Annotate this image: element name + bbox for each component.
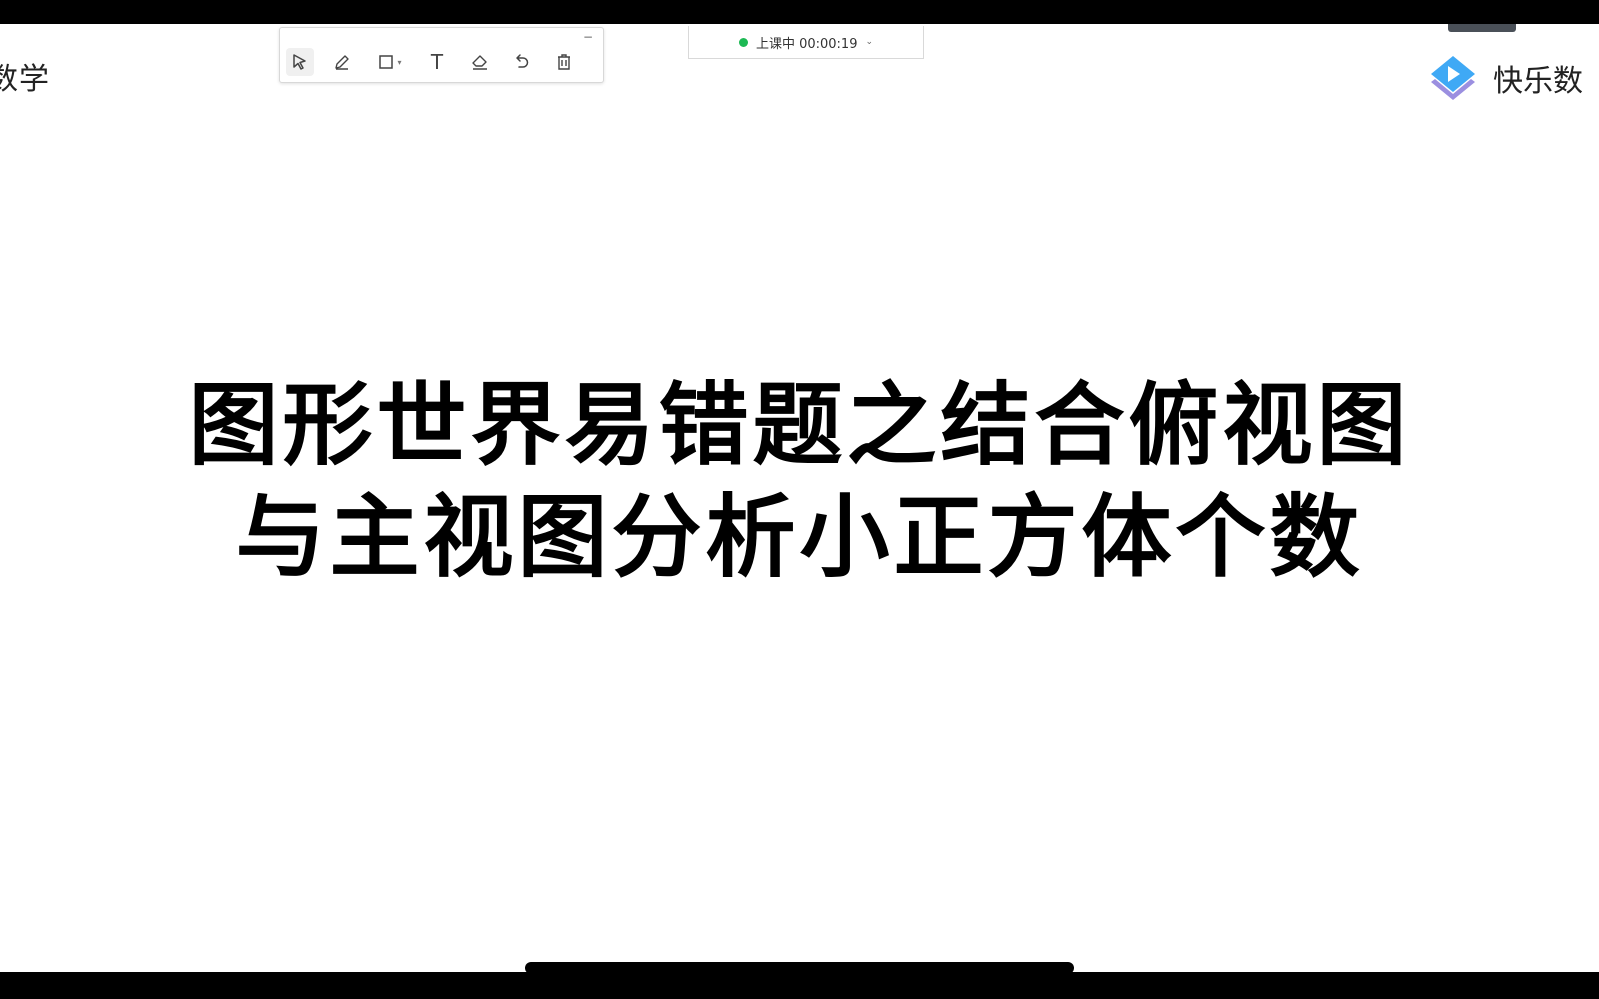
chevron-down-icon: ▾ <box>397 57 402 67</box>
drawing-toolbar: − ▾ T <box>279 27 604 83</box>
whiteboard-stage: 数学 − ▾ T 上课中 00:00:19 ⌄ 快乐数 图形世界易错题之结合俯视… <box>0 24 1599 972</box>
camera-bar <box>1448 24 1516 32</box>
pencil-icon <box>335 55 349 70</box>
toolbar-minimize-button[interactable]: − <box>583 30 593 44</box>
slide-title-line-2: 与主视图分析小正方体个数 <box>235 484 1364 590</box>
shape-tool-button[interactable]: ▾ <box>372 48 406 76</box>
brand-watermark-right: 快乐数 <box>1425 50 1583 106</box>
chevron-down-icon: ⌄ <box>865 37 874 47</box>
channel-name-left: 数学 <box>0 54 50 98</box>
rectangle-icon <box>379 55 394 69</box>
home-indicator-bar[interactable] <box>525 962 1074 974</box>
top-frame <box>0 0 1599 24</box>
slide-title-line-1: 图形世界易错题之结合俯视图 <box>188 372 1411 478</box>
class-status-indicator[interactable]: 上课中 00:00:19 ⌄ <box>688 26 924 59</box>
eraser-tool-button[interactable] <box>466 48 494 76</box>
play-logo-icon <box>1431 56 1475 100</box>
text-tool-button[interactable]: T <box>423 48 451 76</box>
undo-tool-button[interactable] <box>507 48 535 76</box>
brand-name: 快乐数 <box>1493 64 1583 99</box>
slide-title: 图形世界易错题之结合俯视图 与主视图分析小正方体个数 <box>0 369 1599 593</box>
clear-tool-button[interactable] <box>550 48 578 76</box>
cursor-arrow-icon <box>293 54 306 70</box>
trash-icon <box>558 54 570 70</box>
bottom-frame <box>0 972 1599 999</box>
select-tool-button[interactable] <box>286 48 314 76</box>
undo-icon <box>516 54 529 68</box>
text-t-icon: T <box>430 50 444 74</box>
class-timer-text: 上课中 00:00:19 <box>755 36 858 52</box>
eraser-icon <box>472 55 487 70</box>
pen-tool-button[interactable] <box>328 48 356 76</box>
live-status-dot <box>738 37 748 47</box>
channel-name-text: 数学 <box>0 62 50 97</box>
